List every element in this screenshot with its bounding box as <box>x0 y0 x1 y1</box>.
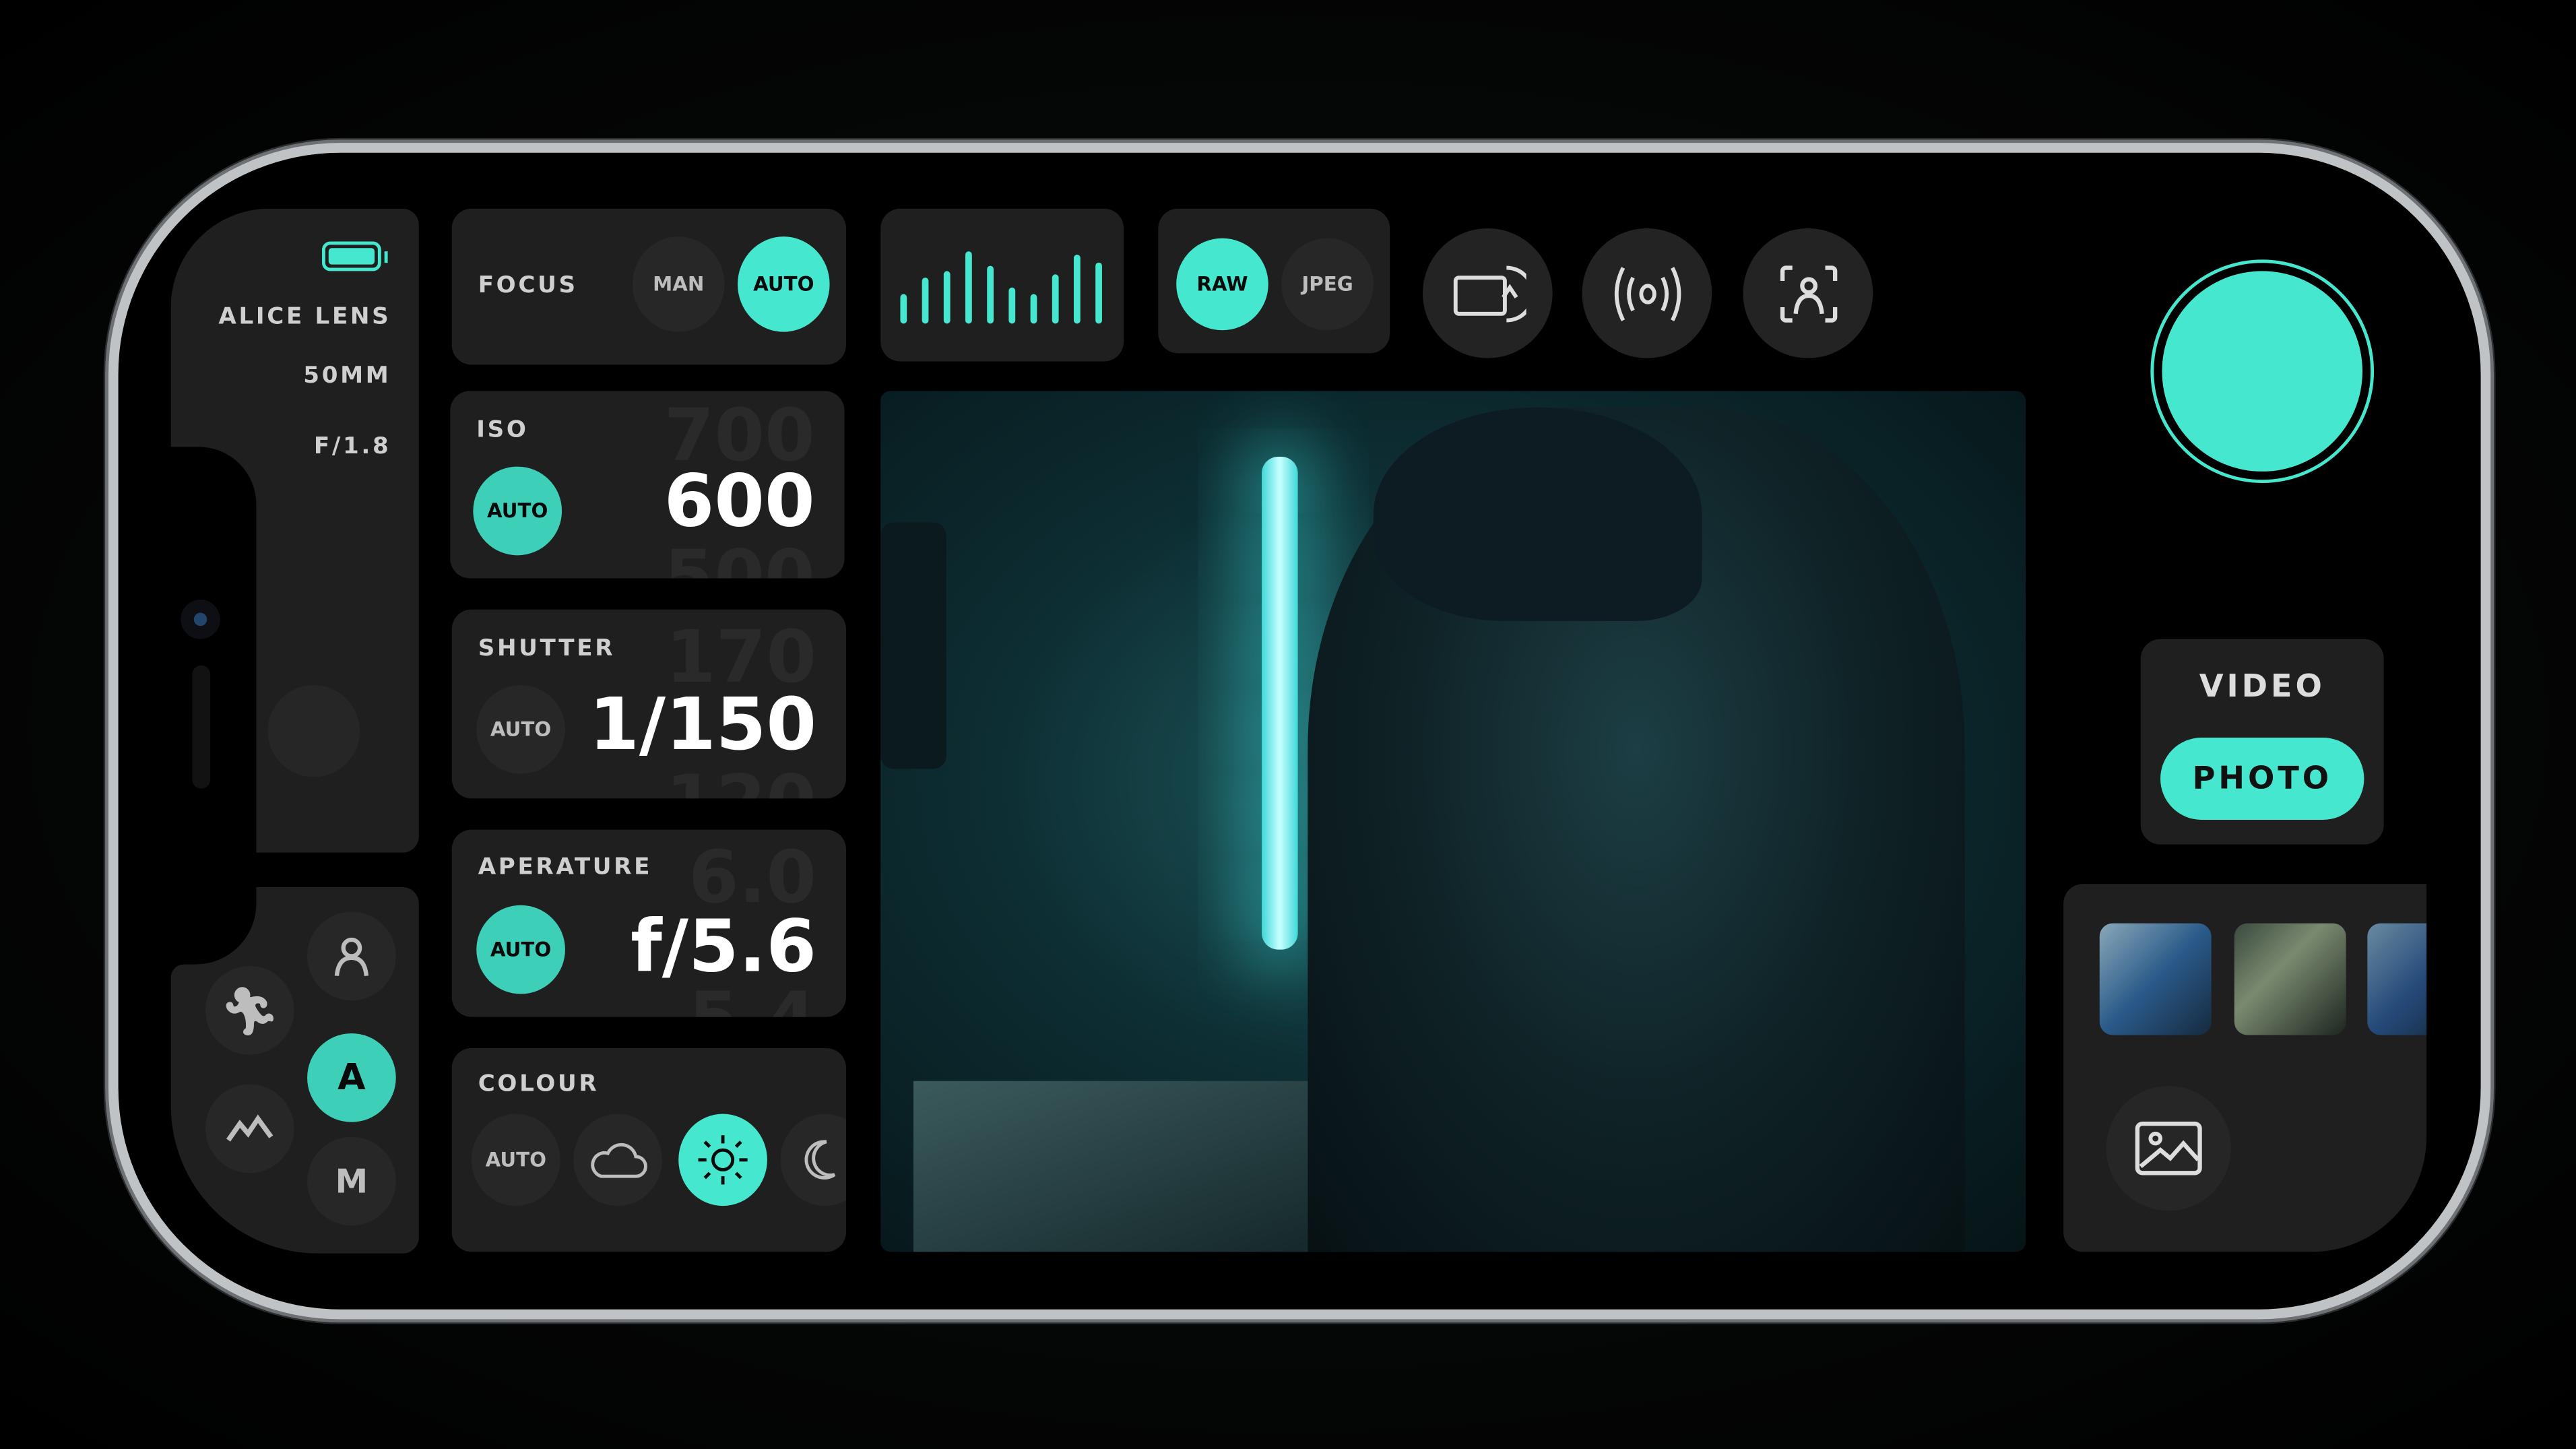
viewfinder-light-tube <box>1261 456 1298 950</box>
colour-card: COLOUR AUTO <box>451 1048 846 1252</box>
gallery-icon <box>2135 1121 2202 1176</box>
iso-value[interactable]: 600 <box>664 460 815 544</box>
shutter-title: SHUTTER <box>478 635 616 662</box>
aperture-value[interactable]: f/5.6 <box>631 905 816 989</box>
battery-icon <box>322 241 388 271</box>
capture-mode-photo[interactable]: PHOTO <box>2160 738 2364 820</box>
portrait-icon <box>334 937 369 977</box>
histogram-card[interactable] <box>880 208 1124 362</box>
lens-name: ALICE LENS <box>218 304 391 331</box>
rotate-screen-icon <box>1452 265 1526 322</box>
shutter-button[interactable] <box>2150 259 2375 484</box>
stage: ALICE LENS 50MM F/1.8 🏃︎ A M FOCUS MAN A… <box>0 0 2576 1449</box>
broadcast-button[interactable] <box>1582 228 1712 358</box>
running-person-icon: 🏃︎ <box>220 983 280 1038</box>
colour-cloudy-button[interactable] <box>573 1114 662 1206</box>
focus-card: FOCUS MAN AUTO <box>451 208 846 365</box>
colour-night-button[interactable] <box>780 1114 846 1206</box>
viewfinder-speaker <box>880 522 946 769</box>
face-detect-button[interactable] <box>1743 228 1873 358</box>
focus-auto-button[interactable]: AUTO <box>738 236 830 332</box>
capture-mode-video[interactable]: VIDEO <box>2141 669 2384 705</box>
gallery-button[interactable] <box>2106 1086 2231 1211</box>
aperture-title: APERATURE <box>478 854 653 881</box>
colour-title: COLOUR <box>478 1071 600 1098</box>
histogram-chart <box>900 251 1102 324</box>
viewfinder-cap <box>1373 407 1702 621</box>
lens-dial-button[interactable] <box>267 684 360 777</box>
format-raw-button[interactable]: RAW <box>1176 238 1268 331</box>
iso-card: 700 500 ISO AUTO 600 <box>450 391 845 579</box>
focus-title: FOCUS <box>478 272 578 299</box>
landscape-icon <box>226 1114 273 1142</box>
iso-auto-button[interactable]: AUTO <box>473 466 562 556</box>
gallery-thumbnail[interactable] <box>2099 923 2212 1035</box>
focus-manual-button[interactable]: MAN <box>632 236 725 332</box>
moon-icon <box>804 1140 836 1180</box>
shutter-auto-button[interactable]: AUTO <box>476 684 565 774</box>
mode-manual-button[interactable]: M <box>307 1136 396 1226</box>
colour-auto-button[interactable]: AUTO <box>471 1114 560 1206</box>
viewfinder-keyboard <box>913 1081 1308 1252</box>
format-card: RAW JPEG <box>1158 208 1390 354</box>
gallery-thumbnail[interactable] <box>2234 923 2346 1035</box>
lens-focal-length: 50MM <box>303 362 391 389</box>
aperture-auto-button[interactable]: AUTO <box>476 905 565 994</box>
cloud-icon <box>591 1142 647 1178</box>
lens-aperture: F/1.8 <box>313 433 391 460</box>
rotate-screen-button[interactable] <box>1423 228 1553 358</box>
aperture-card: 6.0 5.4 APERATURE AUTO f/5.6 <box>451 829 846 1017</box>
mode-sport-button[interactable]: 🏃︎ <box>205 966 294 1055</box>
face-detect-icon <box>1779 265 1837 322</box>
mode-landscape-button[interactable] <box>205 1084 294 1173</box>
capture-mode-card: VIDEO PHOTO <box>2140 639 2384 845</box>
mode-portrait-button[interactable] <box>307 911 396 1001</box>
iso-title: ISO <box>476 417 529 444</box>
shutter-value[interactable]: 1/150 <box>589 684 816 767</box>
mode-auto-button[interactable]: A <box>307 1033 396 1122</box>
format-jpeg-button[interactable]: JPEG <box>1281 238 1374 331</box>
gallery-thumbnail[interactable] <box>2367 923 2427 1035</box>
sun-icon <box>698 1135 748 1185</box>
shutter-card: 170 120 SHUTTER AUTO 1/150 <box>451 609 846 799</box>
viewfinder[interactable] <box>880 391 2026 1252</box>
gallery-card <box>2063 884 2427 1252</box>
broadcast-icon <box>1613 265 1681 321</box>
colour-daylight-button[interactable] <box>678 1114 767 1206</box>
